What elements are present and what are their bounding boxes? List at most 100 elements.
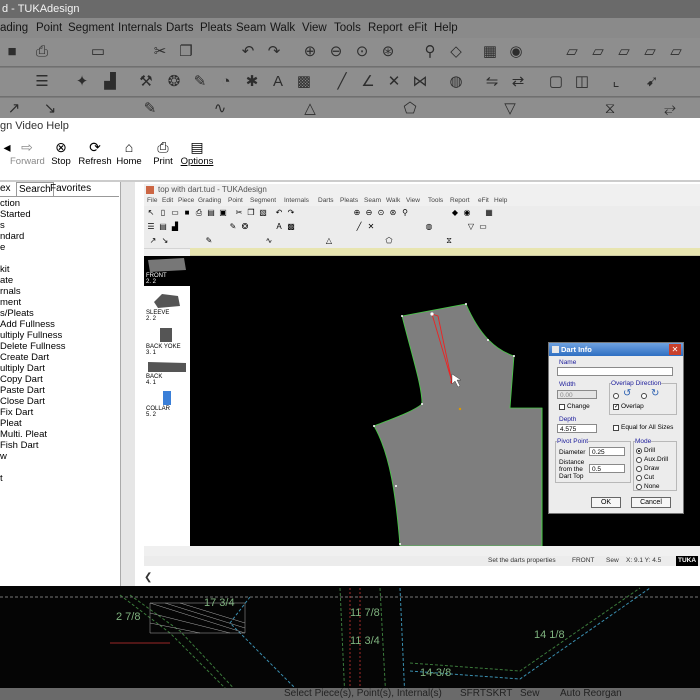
zoom-in-icon[interactable]: ⊕ — [352, 208, 362, 218]
sleeve-piece-thumbnail[interactable] — [152, 292, 182, 310]
bg-menu-help[interactable]: Help — [434, 18, 458, 38]
name-input[interactable] — [557, 367, 673, 376]
list-item[interactable]: t — [0, 473, 3, 484]
list-item[interactable]: ndard — [0, 231, 24, 242]
video-menu-view[interactable]: View — [406, 196, 420, 206]
pane-splitter[interactable] — [121, 182, 135, 586]
cross-icon[interactable]: ✕ — [384, 72, 404, 92]
piece-icon[interactable]: ▱ — [562, 42, 582, 62]
save-icon[interactable]: ■ — [2, 42, 22, 62]
mode-aux-drill-radio[interactable] — [636, 457, 642, 463]
scroll-left-arrow-icon[interactable]: ❮ — [144, 572, 154, 584]
video-menu-grading[interactable]: Grading — [198, 196, 221, 206]
mode-drill-radio[interactable] — [636, 448, 642, 454]
triangle-icon[interactable]: △ — [300, 99, 320, 119]
angle-icon[interactable]: ∠ — [358, 72, 378, 92]
poly-icon[interactable]: ⬠ — [384, 236, 394, 246]
earth-icon[interactable]: ◍ — [446, 72, 466, 92]
image-icon[interactable]: ▩ — [294, 72, 314, 92]
copy-icon[interactable]: ❐ — [246, 208, 256, 218]
back-yoke-piece-thumbnail[interactable] — [156, 326, 176, 344]
undo-icon[interactable]: ↶ — [238, 42, 258, 62]
scissors-icon[interactable]: ✂ — [150, 42, 170, 62]
notch-icon[interactable]: ⋈ — [410, 72, 430, 92]
home-button[interactable]: ⌂ Home — [114, 138, 144, 178]
text-icon[interactable]: A — [274, 222, 284, 232]
print-button[interactable]: ⎙ Print — [150, 138, 176, 178]
wave-icon[interactable]: ∿ — [264, 236, 274, 246]
marker-icon[interactable]: ✎ — [190, 72, 210, 92]
equal-sizes-checkbox[interactable] — [613, 425, 619, 431]
cut-point-icon[interactable]: ✦ — [72, 72, 92, 92]
video-menu-seam[interactable]: Seam — [364, 196, 381, 206]
mirror-icon[interactable]: ◫ — [572, 72, 592, 92]
layers-icon[interactable]: ☰ — [32, 72, 52, 92]
list-item[interactable]: Delete Fullness — [0, 341, 65, 352]
arrow-icon[interactable]: ➹ — [642, 72, 662, 92]
line-icon[interactable]: ╱ — [332, 72, 352, 92]
video-menu-internals[interactable]: Internals — [284, 196, 309, 206]
piece-icon-3[interactable]: ▱ — [614, 42, 634, 62]
bg-menu-pleats[interactable]: Pleats — [200, 18, 232, 38]
zoom-area-icon[interactable]: ⊛ — [388, 208, 398, 218]
copy-icon[interactable]: ❐ — [176, 42, 196, 62]
bg-menu-internals[interactable]: Internals — [118, 18, 162, 38]
tab-search[interactable]: Search — [16, 182, 54, 197]
layers-icon[interactable]: ☰ — [146, 222, 156, 232]
earth-icon[interactable]: ◍ — [424, 222, 434, 232]
bg-drafting-canvas[interactable]: 17 3/4 2 7/8 11 7/8 11 3/4 14 1/8 14-3/8 — [0, 583, 700, 700]
monitor-icon[interactable]: ▭ — [88, 42, 108, 62]
dart-tool-icon[interactable]: ▽ — [466, 222, 476, 232]
bg-menu-seam[interactable]: Seam — [236, 18, 266, 38]
stop-button[interactable]: ⊗ Stop — [48, 138, 74, 178]
collar-piece-thumbnail[interactable] — [162, 390, 172, 406]
change-checkbox[interactable] — [559, 404, 565, 410]
video-menu-darts[interactable]: Darts — [318, 196, 334, 206]
marker-icon[interactable]: ✎ — [228, 222, 238, 232]
flip-icon[interactable]: ⇄ — [508, 72, 528, 92]
new-file-icon[interactable]: ▯ — [158, 208, 168, 218]
grid-icon[interactable]: ▦ — [484, 208, 494, 218]
bg-menu-grading[interactable]: ading — [0, 18, 28, 38]
open-folder-icon[interactable]: ▭ — [170, 208, 180, 218]
list-item[interactable]: Fish Dart — [0, 440, 39, 451]
zoom-fit-icon[interactable]: ⊙ — [352, 42, 372, 62]
hammer-icon[interactable]: ⚒ — [136, 72, 156, 92]
list-item[interactable]: Multi. Pleat — [0, 429, 47, 440]
bg-menu-efit[interactable]: eFit — [408, 18, 427, 38]
zoom-in-icon[interactable]: ⊕ — [300, 42, 320, 62]
bg-menu-tools[interactable]: Tools — [334, 18, 361, 38]
fold-icon[interactable]: ⥂ — [660, 99, 680, 119]
text-icon[interactable]: A — [268, 72, 288, 92]
measure-icon[interactable]: ↘ — [40, 99, 60, 119]
chart-icon[interactable]: ▟ — [170, 222, 180, 232]
ok-button[interactable]: OK — [591, 497, 621, 508]
piece-icon-4[interactable]: ▱ — [640, 42, 660, 62]
distance-input[interactable]: 0.5 — [589, 464, 625, 473]
list-item[interactable]: Paste Dart — [0, 385, 45, 396]
piece-thumb-front-selected[interactable]: FRONT 2. 2 — [144, 256, 190, 286]
list-item[interactable]: Add Fullness — [0, 319, 55, 330]
globe-icon[interactable]: ◉ — [506, 42, 526, 62]
rotate-icon[interactable]: ⇋ — [482, 72, 502, 92]
pencil-icon[interactable]: ✎ — [140, 99, 160, 119]
depth-input[interactable]: 4.575 — [557, 424, 597, 433]
video-menu-walk[interactable]: Walk — [386, 196, 400, 206]
overlap-direction-left-radio[interactable] — [613, 393, 619, 399]
video-menu-help[interactable]: Help — [494, 196, 507, 206]
circle-icon[interactable]: ◔ — [216, 72, 236, 92]
button-icon[interactable]: ❂ — [240, 222, 250, 232]
bg-menu-view[interactable]: View — [302, 18, 327, 38]
pencil-icon[interactable]: ✎ — [204, 236, 214, 246]
square-icon[interactable]: ▢ — [546, 72, 566, 92]
plot-icon[interactable]: ▣ — [218, 208, 228, 218]
list-item[interactable]: Copy Dart — [0, 374, 43, 385]
scissors-icon[interactable]: ✂ — [234, 208, 244, 218]
piece-icon[interactable]: ◆ — [450, 208, 460, 218]
list-item[interactable]: s/Pleats — [0, 308, 34, 319]
zoom-fit-icon[interactable]: ⊙ — [376, 208, 386, 218]
list-item[interactable]: Pleat — [0, 418, 22, 429]
bg-menu-point[interactable]: Point — [36, 18, 62, 38]
list-item[interactable]: e — [0, 242, 5, 253]
star-icon[interactable]: ✱ — [242, 72, 262, 92]
